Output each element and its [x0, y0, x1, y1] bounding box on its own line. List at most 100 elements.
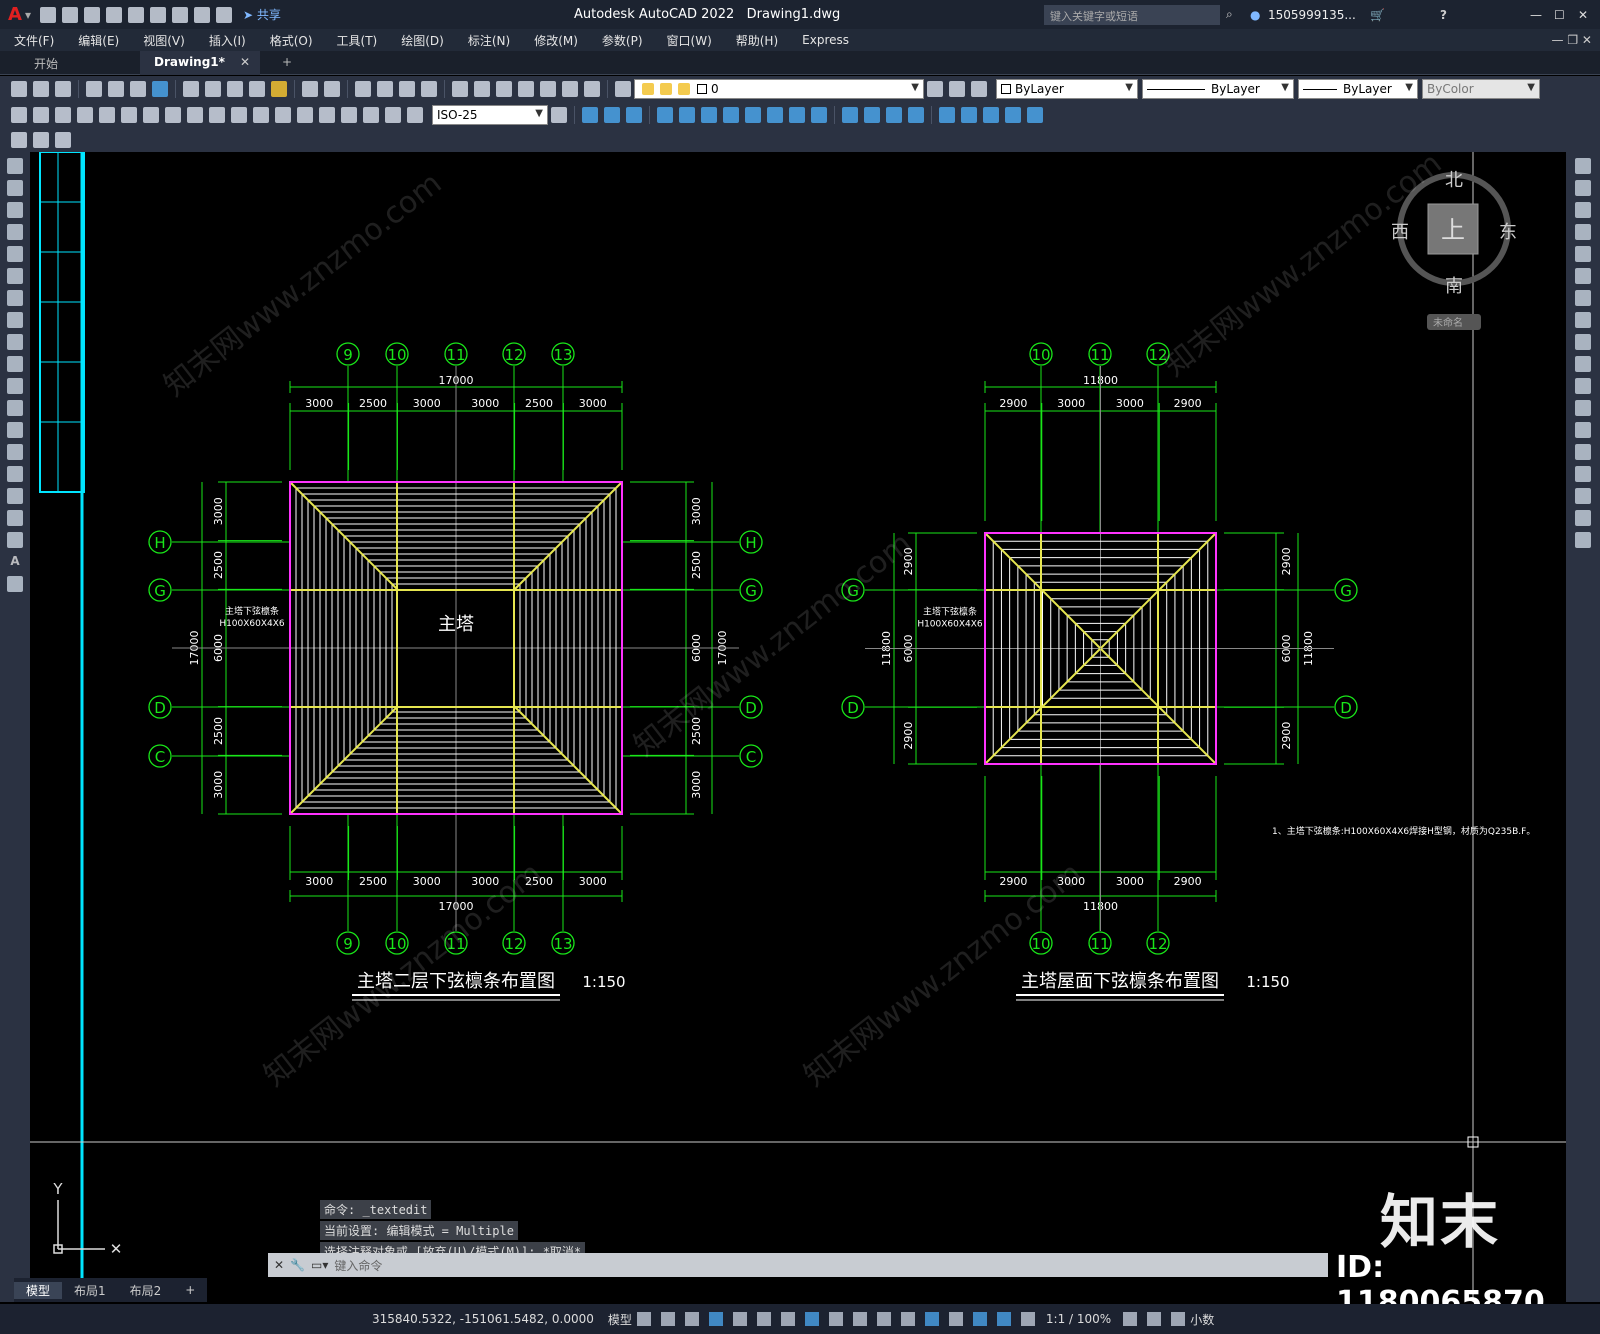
units-label[interactable]: 小数 [1190, 1311, 1214, 1328]
isodraft-icon[interactable] [756, 1312, 771, 1326]
layer-previous-icon[interactable] [949, 81, 965, 97]
slice-icon[interactable] [767, 107, 783, 123]
dim-arc-icon[interactable] [55, 107, 71, 123]
sheet-set-icon[interactable] [518, 81, 534, 97]
plotstyle-dropdown[interactable]: ByColor ▼ [1422, 79, 1540, 99]
cart-icon[interactable]: 🛒 [1370, 8, 1385, 22]
subtract-icon[interactable] [679, 107, 695, 123]
make-block-icon[interactable] [7, 422, 23, 438]
save-icon[interactable] [83, 6, 100, 23]
properties-icon[interactable] [452, 81, 468, 97]
union-icon[interactable] [657, 107, 673, 123]
print-icon[interactable] [86, 81, 102, 97]
zoom-previous-icon[interactable] [421, 81, 437, 97]
selection-cycling-icon[interactable] [876, 1312, 891, 1326]
hatch-icon[interactable] [7, 466, 23, 482]
rotate-icon[interactable] [1575, 290, 1591, 306]
coordinates[interactable]: 315840.5322, -151061.5482, 0.0000 [372, 1312, 594, 1326]
viewcube-west[interactable]: 西 [1391, 222, 1409, 243]
dim-diameter-icon[interactable] [143, 107, 159, 123]
explode-icon[interactable] [1575, 532, 1591, 548]
view-front-icon[interactable] [961, 107, 977, 123]
block-define-icon[interactable] [33, 132, 49, 148]
section-icon[interactable] [789, 107, 805, 123]
match-prop-icon[interactable] [249, 81, 265, 97]
tab-layout2[interactable]: 布局2 [118, 1282, 174, 1299]
save-web-icon[interactable] [149, 6, 166, 23]
3d-wedge-icon[interactable] [604, 107, 620, 123]
3d-box-icon[interactable] [582, 107, 598, 123]
inspection-icon[interactable] [319, 107, 335, 123]
otrack-icon[interactable] [780, 1312, 795, 1326]
menu-modify[interactable]: 修改(M) [534, 32, 578, 49]
dim-jogged-icon[interactable] [121, 107, 137, 123]
array-icon[interactable] [1575, 246, 1591, 262]
maximize-button[interactable]: ☐ [1554, 8, 1565, 22]
add-layout-button[interactable]: + [173, 1283, 207, 1297]
minimize-button[interactable]: — [1530, 8, 1542, 22]
help-icon[interactable]: ? [1440, 8, 1447, 22]
cut-icon[interactable] [183, 81, 199, 97]
center-mark-icon[interactable] [297, 107, 313, 123]
dim-edit-icon[interactable] [363, 107, 379, 123]
preview-icon[interactable] [108, 81, 124, 97]
viewcube-east[interactable]: 东 [1499, 222, 1517, 243]
close-button[interactable]: ✕ [1578, 8, 1588, 22]
tab-model[interactable]: 模型 [14, 1281, 63, 1299]
osnap-icon[interactable] [804, 1312, 819, 1326]
annotation-scale[interactable]: 1:1 / 100% [1046, 1312, 1111, 1326]
ellipse-arc-icon[interactable] [7, 378, 23, 394]
polar-icon[interactable] [732, 1312, 747, 1326]
join-icon[interactable] [1575, 444, 1591, 460]
polyline-icon[interactable] [7, 202, 23, 218]
menu-help[interactable]: 帮助(H) [736, 32, 778, 49]
close-tab-icon[interactable]: ✕ [240, 55, 250, 69]
menu-edit[interactable]: 编辑(E) [78, 32, 119, 49]
search-box[interactable]: 键入关键字或短语 [1044, 4, 1220, 25]
ortho-icon[interactable] [708, 1312, 723, 1326]
close-command-icon[interactable]: ✕ [274, 1258, 284, 1272]
material-icon[interactable] [886, 107, 902, 123]
gizmo-icon[interactable] [972, 1312, 987, 1326]
model-space-button[interactable]: 模型 [608, 1311, 632, 1328]
menu-format[interactable]: 格式(O) [270, 32, 313, 49]
viewcube-south[interactable]: 南 [1445, 276, 1463, 297]
save-as-icon[interactable] [105, 6, 122, 23]
dim-radius-icon[interactable] [99, 107, 115, 123]
render-icon[interactable] [864, 107, 880, 123]
offset-icon[interactable] [1575, 224, 1591, 240]
break-icon[interactable] [1575, 422, 1591, 438]
scale-icon[interactable] [1575, 312, 1591, 328]
doc-window-controls[interactable]: — ❐ ✕ [1552, 33, 1592, 47]
user-name[interactable]: 1505999135... [1268, 8, 1356, 22]
trim-icon[interactable] [1575, 356, 1591, 372]
new-file-icon[interactable] [39, 6, 56, 23]
qdim-icon[interactable] [187, 107, 203, 123]
app-logo[interactable]: A [8, 4, 22, 25]
menu-file[interactable]: 文件(F) [14, 32, 54, 49]
point-icon[interactable] [7, 444, 23, 460]
pan-icon[interactable] [355, 81, 371, 97]
view-iso-icon[interactable] [1005, 107, 1021, 123]
orbit-icon[interactable] [1027, 107, 1043, 123]
selection-filter-icon[interactable] [948, 1312, 963, 1326]
shade-icon[interactable] [842, 107, 858, 123]
workspace-icon[interactable] [1123, 1312, 1138, 1326]
recent-commands-icon[interactable]: ▭▾ [311, 1258, 328, 1272]
markup-icon[interactable] [540, 81, 556, 97]
app-menu-chevron-icon[interactable]: ▾ [25, 8, 31, 22]
dim-text-edit-icon[interactable] [385, 107, 401, 123]
polygon-icon[interactable] [7, 224, 23, 240]
dim-baseline-icon[interactable] [209, 107, 225, 123]
dim-space-icon[interactable] [253, 107, 269, 123]
dim-aligned-icon[interactable] [33, 107, 49, 123]
block-insert-icon[interactable] [11, 132, 27, 148]
jogged-linear-icon[interactable] [341, 107, 357, 123]
make-current-icon[interactable] [927, 81, 943, 97]
stretch-icon[interactable] [1575, 334, 1591, 350]
intersect-icon[interactable] [701, 107, 717, 123]
help-icon-2[interactable] [584, 81, 600, 97]
extrude-icon[interactable] [723, 107, 739, 123]
tab-drawing1[interactable]: Drawing1* ✕ [140, 51, 260, 75]
dim-angular-icon[interactable] [165, 107, 181, 123]
